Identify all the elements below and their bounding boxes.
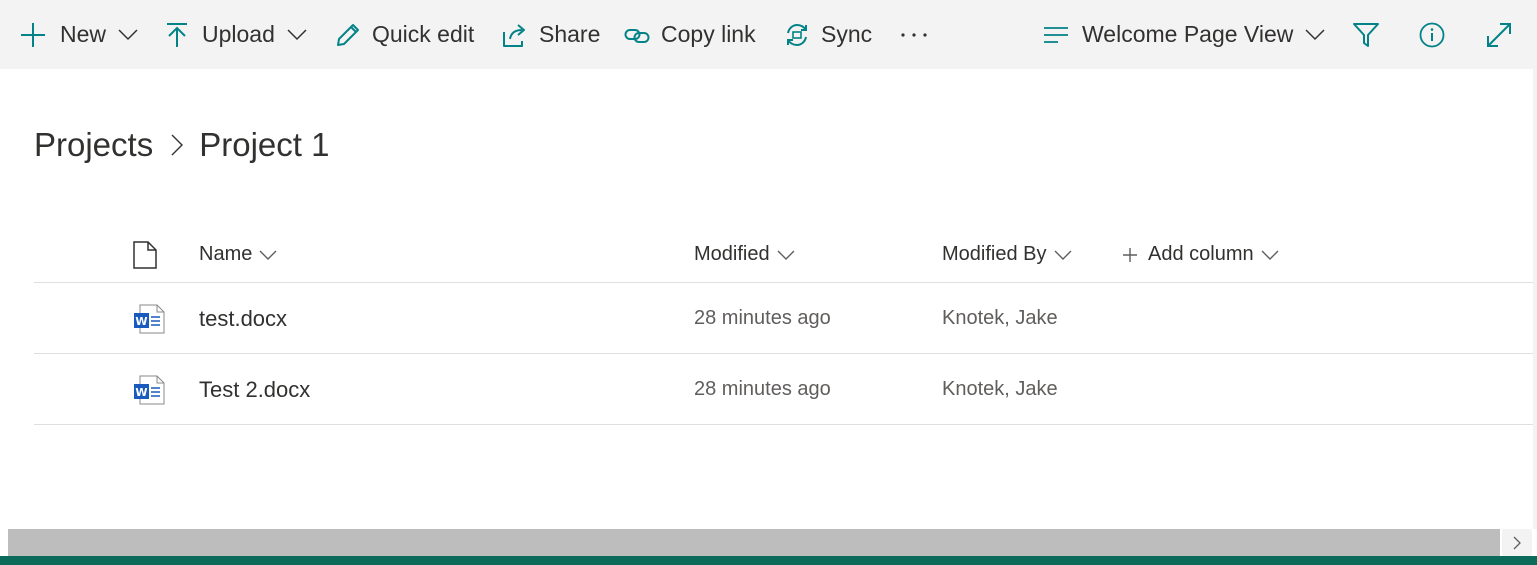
new-label: New	[60, 21, 107, 47]
command-bar: New Upload Quick edit Share Copy link Sy…	[0, 0, 1537, 69]
chevron-down-icon	[1305, 28, 1325, 40]
horizontal-scrollbar[interactable]	[0, 529, 1537, 556]
chevron-down-icon	[777, 250, 795, 260]
expand-button[interactable]	[1486, 0, 1512, 69]
breadcrumb: Projects Project 1	[34, 122, 329, 168]
share-button[interactable]: Share	[502, 0, 600, 69]
chevron-down-icon	[1054, 250, 1071, 260]
quick-edit-label: Quick edit	[372, 21, 475, 47]
upload-label: Upload	[202, 21, 275, 47]
info-icon	[1419, 22, 1445, 47]
sync-button[interactable]: Sync	[784, 0, 872, 69]
plus-icon	[21, 22, 45, 47]
chevron-down-icon	[287, 28, 307, 40]
sync-icon	[787, 23, 807, 46]
share-icon	[503, 23, 525, 47]
name-column-label: Name	[199, 243, 253, 265]
chevron-right-icon	[171, 134, 184, 156]
new-button[interactable]: New	[20, 0, 138, 69]
modified-by-column-header[interactable]: Modified By	[942, 226, 1072, 283]
upload-arrow-icon	[167, 22, 187, 47]
upload-button[interactable]: Upload	[164, 0, 307, 69]
share-label: Share	[539, 21, 601, 47]
view-label: Welcome Page View	[1082, 21, 1294, 47]
more-icon	[901, 32, 927, 37]
breadcrumb-item-project-1: Project 1	[199, 126, 330, 163]
vertical-scrollbar[interactable]	[1533, 69, 1537, 529]
quick-edit-button[interactable]: Quick edit	[335, 0, 474, 69]
link-icon	[624, 28, 650, 43]
name-column-header[interactable]: Name	[199, 226, 277, 283]
pencil-icon	[337, 23, 359, 46]
file-icon	[133, 240, 157, 269]
view-lines-icon	[1044, 26, 1068, 43]
sync-label: Sync	[821, 21, 873, 47]
word-doc-icon: W	[133, 354, 165, 425]
modified-by-cell: Knotek, Jake	[942, 307, 1058, 329]
view-selector[interactable]: Welcome Page View	[1043, 0, 1325, 69]
scrollbar-thumb[interactable]	[8, 529, 1500, 556]
expand-icon	[1487, 22, 1511, 47]
table-row[interactable]: W test.docx 28 minutes ago Knotek, Jake	[34, 283, 1537, 354]
info-button[interactable]	[1419, 0, 1445, 69]
file-name-link[interactable]: test.docx	[199, 283, 287, 354]
modified-cell: 28 minutes ago	[694, 378, 831, 400]
chevron-down-icon	[259, 250, 277, 260]
svg-text:W: W	[135, 315, 147, 328]
svg-text:W: W	[135, 386, 147, 399]
status-bar	[0, 556, 1537, 565]
copy-link-button[interactable]: Copy link	[624, 0, 756, 69]
plus-icon	[1123, 247, 1137, 262]
add-column-button[interactable]: Add column	[1122, 226, 1279, 283]
filter-icon	[1353, 22, 1379, 47]
modified-by-column-label: Modified By	[942, 243, 1047, 265]
chevron-down-icon	[118, 28, 138, 40]
modified-by-cell: Knotek, Jake	[942, 378, 1058, 400]
breadcrumb-item-projects[interactable]: Projects	[34, 126, 153, 164]
word-doc-icon: W	[133, 283, 165, 354]
modified-column-header[interactable]: Modified	[694, 226, 795, 283]
table-row[interactable]: W Test 2.docx 28 minutes ago Knotek, Jak…	[34, 354, 1537, 425]
modified-cell: 28 minutes ago	[694, 307, 831, 329]
file-name-link[interactable]: Test 2.docx	[199, 354, 310, 425]
scroll-right-button[interactable]	[1502, 529, 1532, 556]
chevron-right-icon	[1513, 536, 1521, 549]
list-header: Name Modified Modified By Add column	[34, 226, 1537, 283]
chevron-down-icon	[1261, 250, 1279, 260]
filter-button[interactable]	[1353, 0, 1379, 69]
document-list: Name Modified Modified By Add column W t…	[34, 226, 1537, 425]
add-column-label: Add column	[1148, 243, 1254, 265]
more-button[interactable]	[900, 0, 928, 69]
modified-column-label: Modified	[694, 243, 770, 265]
file-type-column-header[interactable]	[133, 226, 157, 283]
copy-link-label: Copy link	[661, 21, 756, 47]
